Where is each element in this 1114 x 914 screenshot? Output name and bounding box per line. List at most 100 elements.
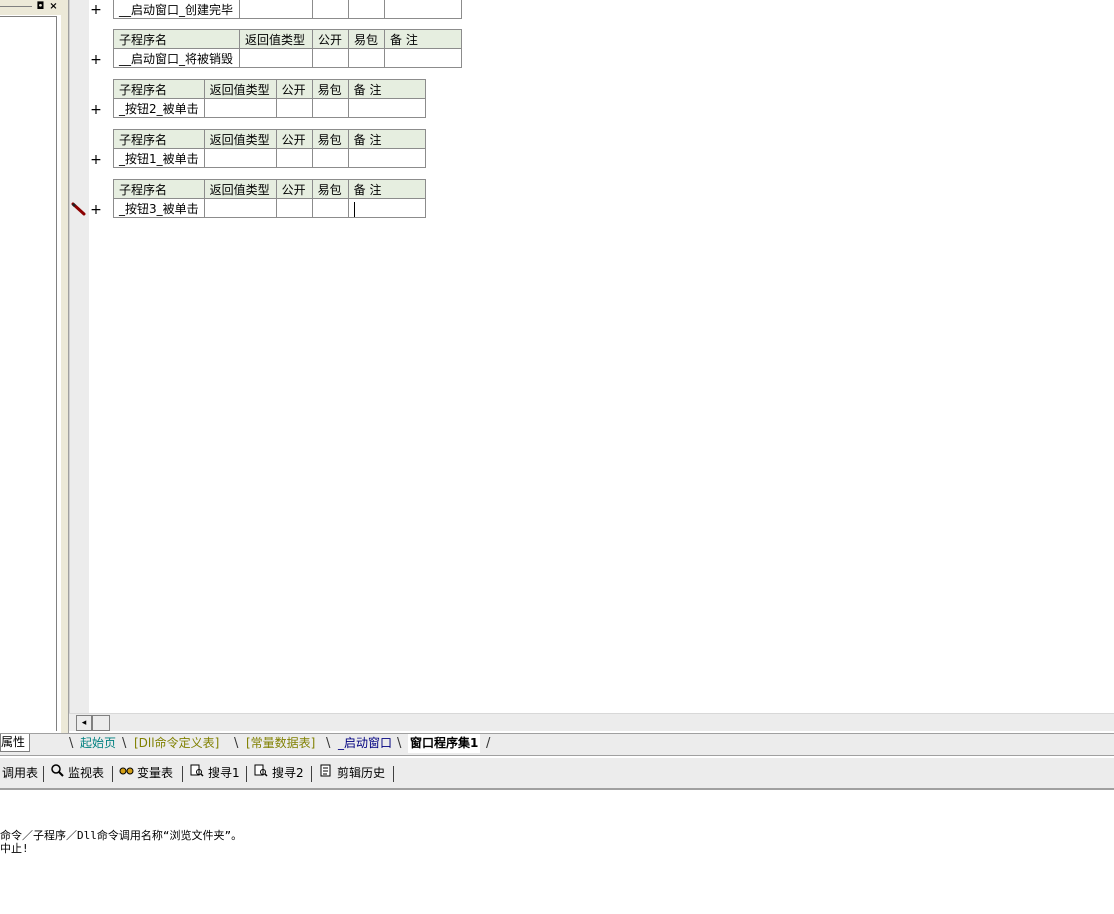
search2-button[interactable]: 搜寻2: [254, 764, 304, 782]
watch-table-label: 监视表: [68, 766, 105, 780]
scroll-left-icon[interactable]: ◂: [76, 715, 92, 731]
subroutine-table: 子程序名 返回值类型 公开 易包 备 注 __启动窗口_将被销毁: [113, 29, 462, 68]
output-line: 命令／子程序／Dll命令调用名称“浏览文件夹”。: [0, 829, 243, 842]
header-easy-pack: 易包: [348, 29, 385, 49]
toolbar-separator: [43, 766, 44, 782]
call-table-label: 调用表: [2, 766, 39, 780]
clip-history-label: 剪辑历史: [337, 766, 386, 780]
output-line: 中止!: [0, 842, 29, 855]
properties-list[interactable]: [0, 16, 57, 731]
table-row[interactable]: _按钮3_被单击: [113, 198, 426, 218]
public-cell[interactable]: [312, 0, 349, 19]
table-header-row: 子程序名 返回值类型 公开 易包 备 注: [113, 29, 462, 49]
return-type-cell[interactable]: [203, 98, 277, 118]
expand-icon[interactable]: +: [90, 103, 102, 117]
subroutine-table: __启动窗口_创建完毕: [113, 0, 462, 19]
search1-button[interactable]: 搜寻1: [190, 764, 240, 782]
table-row[interactable]: _按钮1_被单击: [113, 148, 426, 168]
close-icon[interactable]: ×: [48, 1, 59, 12]
easy-pack-cell[interactable]: [311, 198, 349, 218]
header-return-type: 返回值类型: [203, 129, 277, 149]
note-cell[interactable]: [384, 0, 462, 19]
easy-pack-cell[interactable]: [348, 48, 385, 68]
search1-label: 搜寻1: [208, 766, 240, 780]
header-note: 备 注: [384, 29, 462, 49]
call-table-button[interactable]: 调用表: [2, 764, 38, 782]
expand-icon[interactable]: +: [90, 3, 102, 17]
header-return-type: 返回值类型: [203, 79, 277, 99]
toolbar-separator: [112, 766, 113, 782]
variables-icon: [119, 764, 134, 782]
note-cell[interactable]: [347, 148, 426, 168]
easy-pack-cell[interactable]: [311, 148, 349, 168]
table-header-row: 子程序名 返回值类型 公开 易包 备 注: [113, 129, 426, 149]
tab-separator: \: [122, 736, 127, 751]
output-panel[interactable]: 命令／子程序／Dll命令调用名称“浏览文件夹”。 中止!: [0, 790, 1114, 914]
variable-table-button[interactable]: 变量表: [119, 764, 173, 782]
tab-bar: 属性 \ 起始页 \ [Dll命令定义表] \ [常量数据表] \ _启动窗口 …: [0, 733, 1114, 756]
left-panel-titlebar: ◘ ×: [0, 0, 61, 15]
return-type-cell[interactable]: [203, 148, 277, 168]
table-row[interactable]: __启动窗口_将被销毁: [113, 48, 462, 68]
expand-icon[interactable]: +: [90, 203, 102, 217]
header-return-type: 返回值类型: [239, 29, 313, 49]
public-cell[interactable]: [275, 148, 313, 168]
return-type-cell[interactable]: [239, 48, 313, 68]
note-cell[interactable]: [347, 198, 426, 218]
watch-table-button[interactable]: 监视表: [50, 764, 104, 782]
header-easy-pack: 易包: [311, 179, 349, 199]
public-cell[interactable]: [312, 48, 349, 68]
subroutine-table: 子程序名 返回值类型 公开 易包 备 注 _按钮3_被单击: [113, 179, 426, 218]
horizontal-scrollbar[interactable]: ◂: [69, 713, 1114, 731]
subroutine-table: 子程序名 返回值类型 公开 易包 备 注 _按钮2_被单击: [113, 79, 426, 118]
text-caret: [354, 202, 355, 217]
return-type-cell[interactable]: [239, 0, 313, 19]
public-cell[interactable]: [275, 98, 313, 118]
scroll-thumb[interactable]: [92, 715, 110, 731]
search-icon: [50, 764, 64, 782]
subroutine-name-cell[interactable]: __启动窗口_创建完毕: [113, 0, 240, 19]
tab-constants[interactable]: [常量数据表]: [246, 734, 315, 753]
tab-properties[interactable]: 属性: [0, 734, 31, 752]
tab-startup-window[interactable]: _启动窗口: [338, 734, 392, 753]
subroutine-name-cell[interactable]: _按钮3_被单击: [113, 198, 205, 218]
header-return-type: 返回值类型: [203, 179, 277, 199]
left-panel-title-line: [0, 6, 32, 7]
clipboard-icon: [319, 764, 333, 782]
subroutine-name-cell[interactable]: _按钮1_被单击: [113, 148, 205, 168]
find-icon: [190, 764, 204, 782]
header-subroutine-name: 子程序名: [113, 129, 205, 149]
tab-separator: /: [486, 736, 491, 751]
header-subroutine-name: 子程序名: [113, 79, 205, 99]
easy-pack-cell[interactable]: [311, 98, 349, 118]
header-easy-pack: 易包: [311, 129, 349, 149]
clip-history-button[interactable]: 剪辑历史: [319, 764, 385, 782]
expand-icon[interactable]: +: [90, 153, 102, 167]
public-cell[interactable]: [275, 198, 313, 218]
subroutine-table: 子程序名 返回值类型 公开 易包 备 注 _按钮1_被单击: [113, 129, 426, 168]
note-cell[interactable]: [347, 98, 426, 118]
tab-window-assembly[interactable]: 窗口程序集1: [408, 734, 481, 753]
tab-separator: \: [397, 736, 402, 751]
tab-start-page[interactable]: 起始页: [80, 734, 116, 753]
toolbar-separator: [393, 766, 394, 782]
header-note: 备 注: [347, 129, 426, 149]
panel-splitter[interactable]: [61, 0, 69, 733]
tab-separator: \: [326, 736, 331, 751]
table-row[interactable]: _按钮2_被单击: [113, 98, 426, 118]
table-header-row: 子程序名 返回值类型 公开 易包 备 注: [113, 79, 426, 99]
subroutine-name-cell[interactable]: __启动窗口_将被销毁: [113, 48, 240, 68]
bottom-toolbar: 调用表 监视表 变量表 搜寻1 搜寻2 剪辑历史: [0, 758, 1114, 790]
return-type-cell[interactable]: [203, 198, 277, 218]
table-row[interactable]: __启动窗口_创建完毕: [113, 0, 462, 19]
note-cell[interactable]: [384, 48, 462, 68]
tab-separator: \: [234, 736, 239, 751]
expand-icon[interactable]: +: [90, 53, 102, 67]
easy-pack-cell[interactable]: [348, 0, 385, 19]
tab-dll-commands[interactable]: [Dll命令定义表]: [134, 734, 219, 753]
subroutine-name-cell[interactable]: _按钮2_被单击: [113, 98, 205, 118]
restore-icon[interactable]: ◘: [35, 1, 46, 12]
header-subroutine-name: 子程序名: [113, 179, 205, 199]
header-easy-pack: 易包: [311, 79, 349, 99]
header-subroutine-name: 子程序名: [113, 29, 240, 49]
